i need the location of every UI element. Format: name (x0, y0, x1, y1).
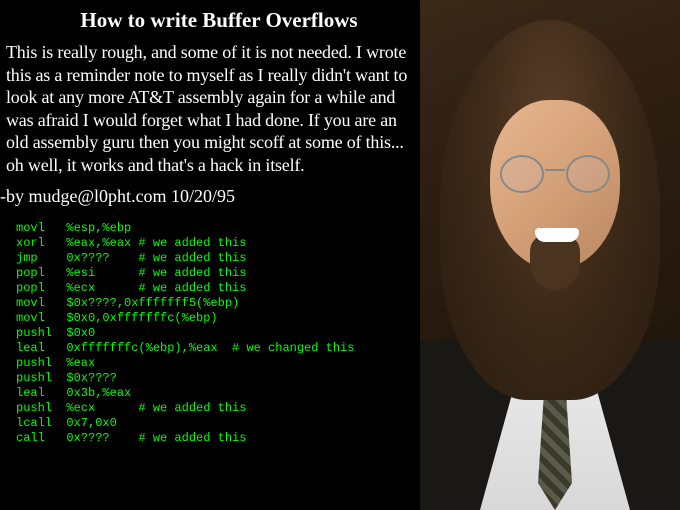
assembly-code-block: movl %esp,%ebp xorl %eax,%eax # we added… (6, 221, 412, 446)
author-portrait (420, 0, 680, 510)
page-title: How to write Buffer Overflows (6, 8, 412, 33)
byline: -by mudge@l0pht.com 10/20/95 (0, 186, 412, 207)
intro-paragraph: This is really rough, and some of it is … (6, 41, 412, 176)
